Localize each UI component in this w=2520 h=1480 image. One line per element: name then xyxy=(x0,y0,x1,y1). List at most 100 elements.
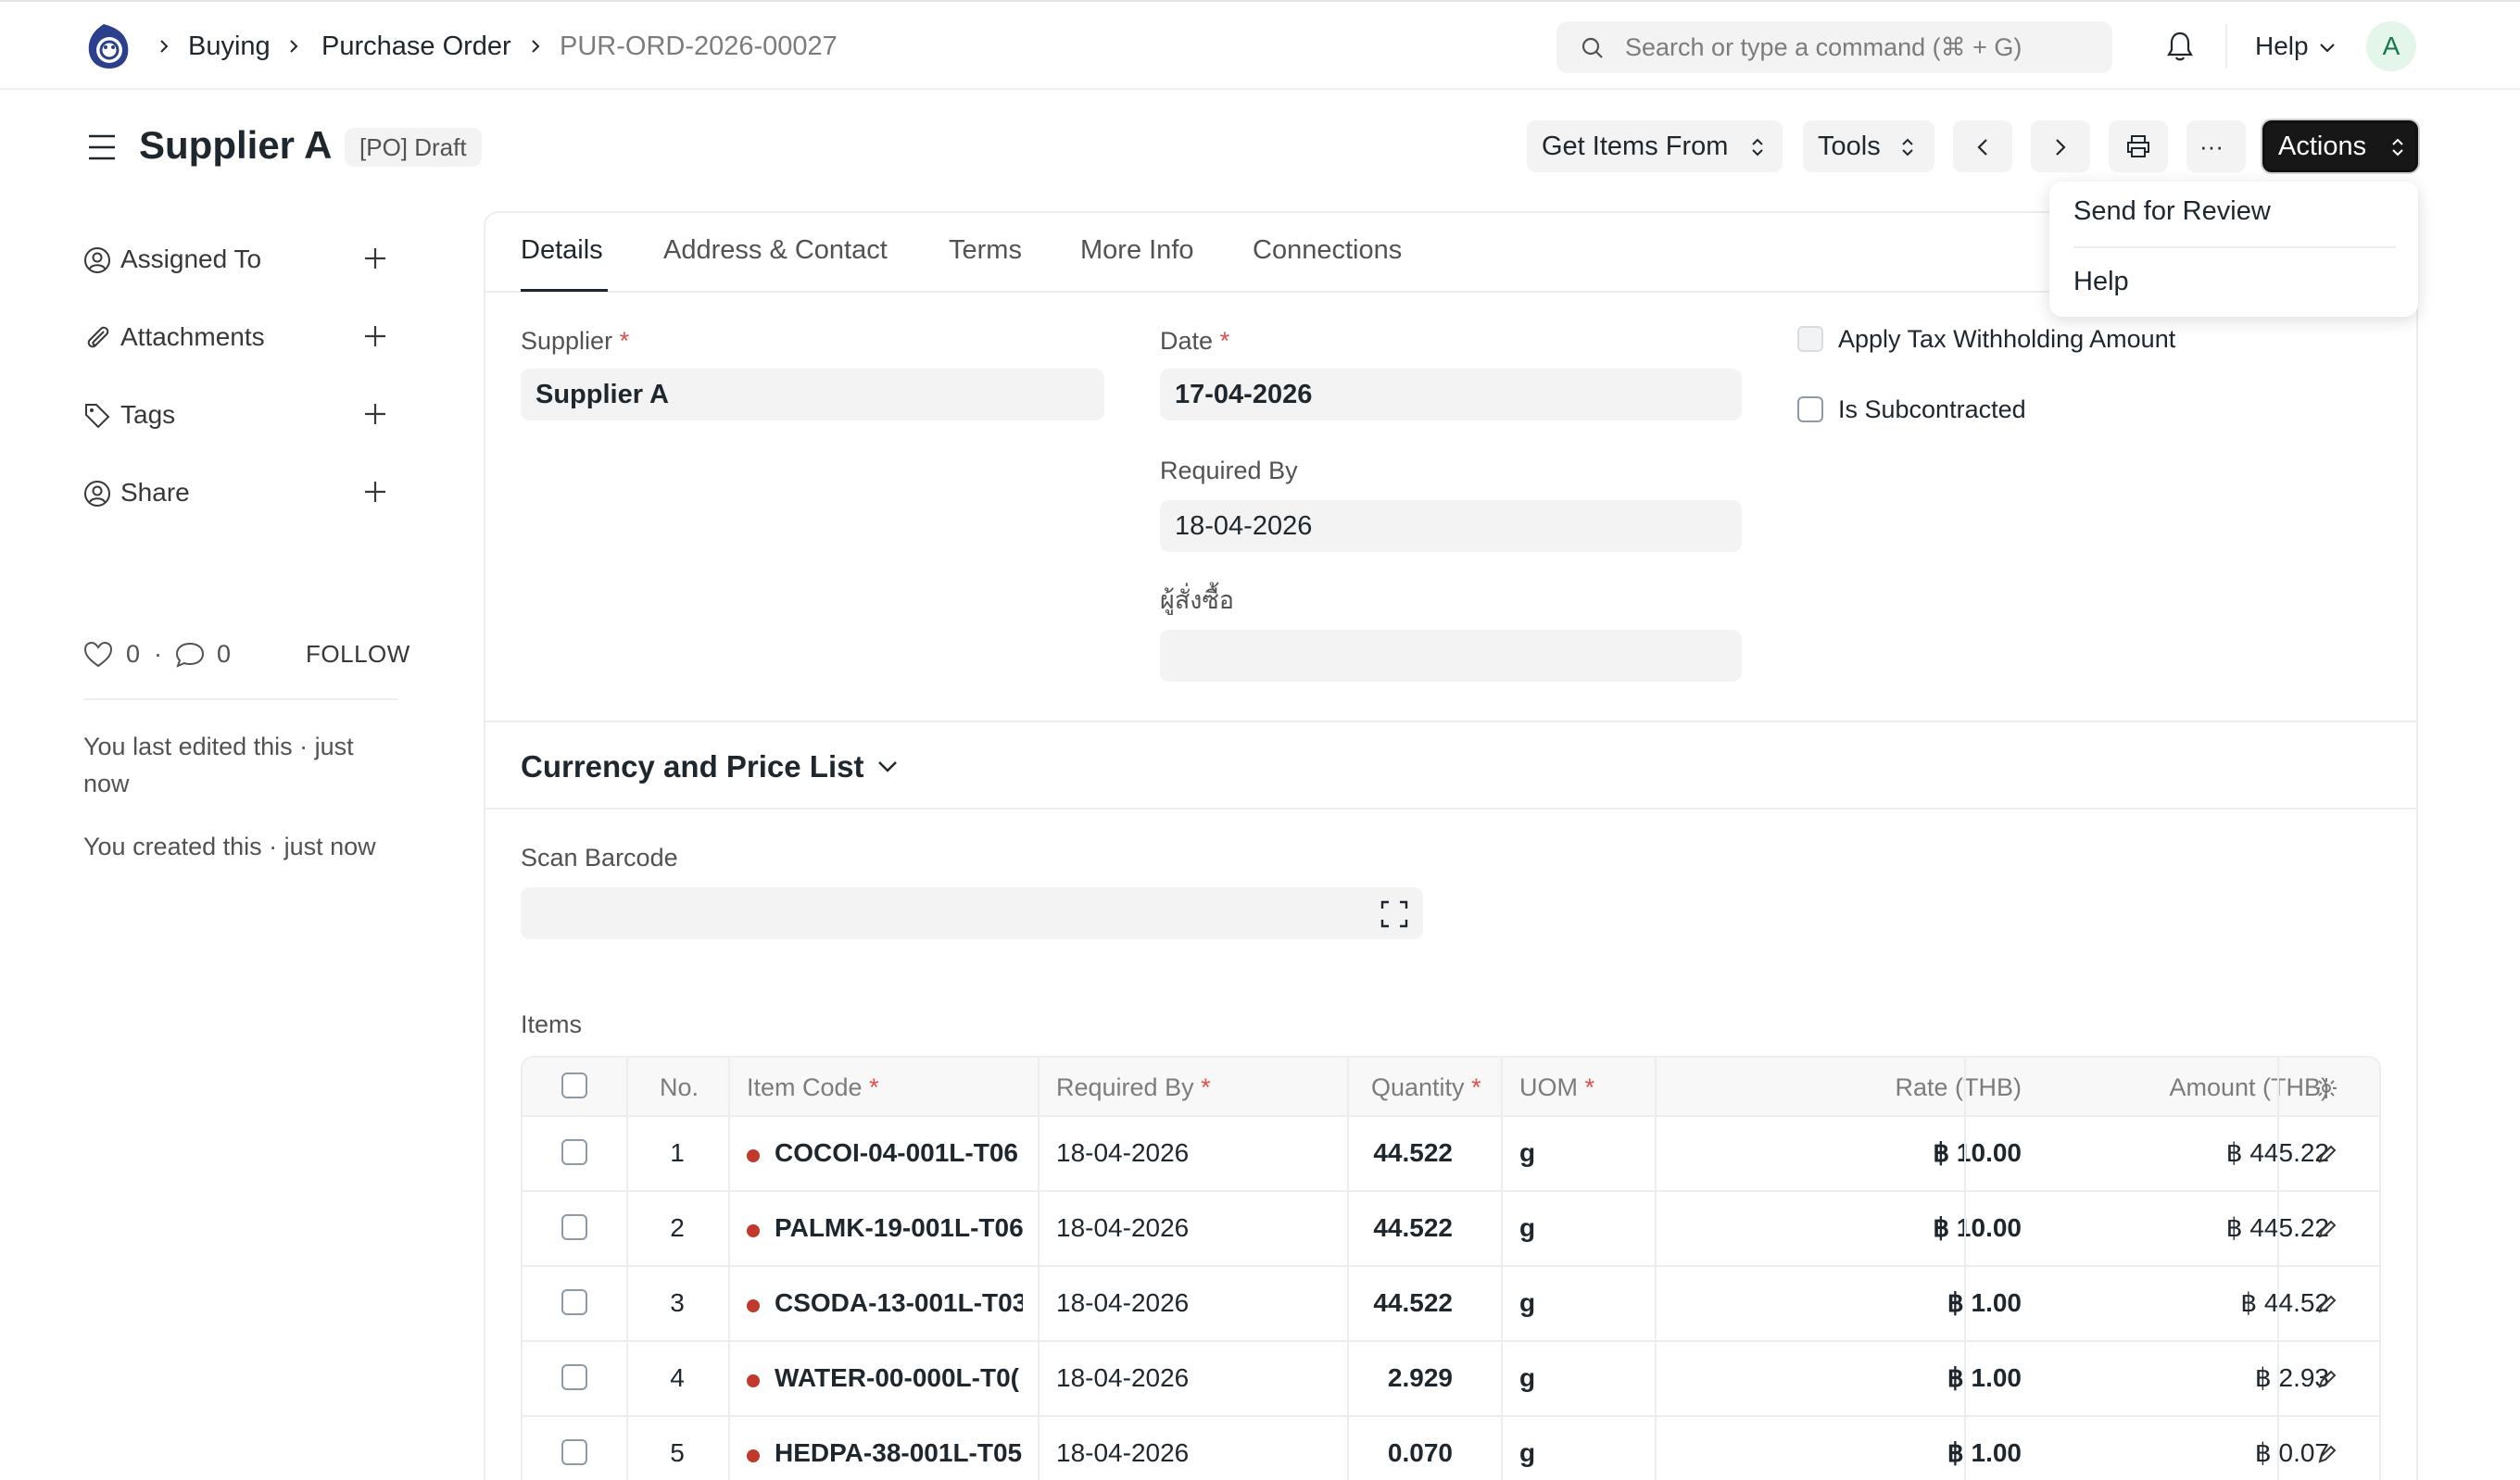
sidebar-item-attachments[interactable]: Attachments xyxy=(83,319,398,356)
rate[interactable]: ฿ 1.00 xyxy=(1827,1287,2022,1319)
rate[interactable]: ฿ 1.00 xyxy=(1827,1437,2022,1469)
uom[interactable]: g xyxy=(1519,1437,1535,1469)
orderer-field[interactable] xyxy=(1160,630,1742,682)
menu-item-send-for-review[interactable]: Send for Review xyxy=(2073,194,2271,228)
row-checkbox[interactable] xyxy=(561,1214,587,1240)
uom[interactable]: g xyxy=(1519,1137,1535,1169)
comment-icon[interactable] xyxy=(174,641,206,669)
table-row[interactable]: 5 HEDPA-38-001L-T05: 18-04-2026 0.070 g … xyxy=(523,1417,2379,1480)
required-by[interactable]: 18-04-2026 xyxy=(1056,1212,1189,1244)
user-avatar[interactable]: A xyxy=(2366,21,2416,71)
row-checkbox[interactable] xyxy=(561,1364,587,1390)
activity-created: You created this · just now xyxy=(83,833,376,860)
get-items-from-button[interactable]: Get Items From xyxy=(1527,120,1783,172)
required-mark: * xyxy=(1471,1073,1481,1101)
menu-item-help[interactable]: Help xyxy=(2073,265,2129,298)
search-bar[interactable]: Search or type a command (⌘ + G) xyxy=(1556,21,2112,73)
chevron-right-icon xyxy=(160,40,169,53)
table-row[interactable]: 2 PALMK-19-001L-T06: 18-04-2026 44.522 g… xyxy=(523,1192,2379,1267)
column-uom: UOM * xyxy=(1519,1073,1595,1101)
notification-bell-icon[interactable] xyxy=(2164,30,2196,63)
plus-icon[interactable] xyxy=(363,246,387,270)
chevron-down-icon xyxy=(2320,44,2335,53)
is-subcontracted-checkbox[interactable] xyxy=(1797,396,1823,422)
settings-gear-icon[interactable] xyxy=(2314,1076,2338,1100)
required-by[interactable]: 18-04-2026 xyxy=(1056,1287,1189,1319)
quantity[interactable]: 0.070 xyxy=(1301,1437,1453,1469)
apply-tax-checkbox[interactable] xyxy=(1797,326,1823,352)
quantity[interactable]: 44.522 xyxy=(1301,1212,1453,1244)
edit-pencil-icon[interactable] xyxy=(2316,1368,2338,1390)
item-code[interactable]: CSODA-13-001L-T03 xyxy=(775,1287,1023,1319)
tab-connections[interactable]: Connections xyxy=(1253,233,1402,267)
column-required-by: Required By * xyxy=(1056,1073,1211,1101)
follow-button[interactable]: FOLLOW xyxy=(306,639,410,669)
row-checkbox[interactable] xyxy=(561,1289,587,1315)
sidebar-toggle-icon[interactable] xyxy=(87,133,117,161)
breadcrumb-buying[interactable]: Buying xyxy=(188,30,271,63)
rate[interactable]: ฿ 10.00 xyxy=(1827,1137,2022,1169)
tools-button[interactable]: Tools xyxy=(1803,120,1934,172)
active-tab-indicator xyxy=(521,289,608,292)
table-row[interactable]: 1 COCOI-04-001L-T06 18-04-2026 44.522 g … xyxy=(523,1117,2379,1192)
tab-details[interactable]: Details xyxy=(521,233,603,267)
barcode-scan-icon[interactable] xyxy=(1380,900,1408,928)
quantity[interactable]: 44.522 xyxy=(1301,1137,1453,1169)
plus-icon[interactable] xyxy=(363,324,387,348)
chevron-down-icon[interactable] xyxy=(876,759,899,774)
table-row[interactable]: 3 CSODA-13-001L-T03 18-04-2026 44.522 g … xyxy=(523,1267,2379,1342)
print-button[interactable] xyxy=(2109,120,2168,172)
required-by[interactable]: 18-04-2026 xyxy=(1056,1362,1189,1394)
likes-count: 0 xyxy=(126,640,141,668)
required-by[interactable]: 18-04-2026 xyxy=(1056,1137,1189,1169)
tab-more-info[interactable]: More Info xyxy=(1080,233,1194,267)
row-checkbox[interactable] xyxy=(561,1139,587,1165)
plus-icon[interactable] xyxy=(363,402,387,426)
item-code[interactable]: PALMK-19-001L-T06: xyxy=(775,1212,1023,1244)
previous-record-button[interactable] xyxy=(1953,120,2012,172)
uom[interactable]: g xyxy=(1519,1287,1535,1319)
column-rate: Rate (THB) xyxy=(1895,1073,2022,1101)
heart-icon[interactable] xyxy=(83,641,113,669)
tab-terms[interactable]: Terms xyxy=(949,233,1022,267)
edit-pencil-icon[interactable] xyxy=(2316,1143,2338,1165)
edit-pencil-icon[interactable] xyxy=(2316,1443,2338,1465)
breadcrumb-document[interactable]: PUR-ORD-2026-00027 xyxy=(560,30,838,63)
edit-pencil-icon[interactable] xyxy=(2316,1218,2338,1240)
quantity[interactable]: 44.522 xyxy=(1301,1287,1453,1319)
row-checkbox[interactable] xyxy=(561,1439,587,1465)
next-record-button[interactable] xyxy=(2031,120,2090,172)
actions-button[interactable]: Actions xyxy=(2262,120,2418,172)
sidebar-item-share[interactable]: Share xyxy=(83,474,398,511)
tab-address-contact[interactable]: Address & Contact xyxy=(663,233,888,267)
required-by[interactable]: 18-04-2026 xyxy=(1056,1437,1189,1469)
supplier-field[interactable]: Supplier A xyxy=(521,369,1104,420)
item-code[interactable]: COCOI-04-001L-T06 xyxy=(775,1137,1023,1169)
item-code[interactable]: WATER-00-000L-T0( xyxy=(775,1362,1023,1394)
currency-section-header[interactable]: Currency and Price List xyxy=(521,748,863,785)
required-by-field[interactable]: 18-04-2026 xyxy=(1160,500,1742,552)
column-divider xyxy=(1038,1058,1040,1480)
scan-barcode-field[interactable] xyxy=(521,887,1423,939)
section-divider xyxy=(485,721,2416,722)
required-mark: * xyxy=(1219,327,1230,355)
uom[interactable]: g xyxy=(1519,1362,1535,1394)
table-row[interactable]: 4 WATER-00-000L-T0( 18-04-2026 2.929 g ฿… xyxy=(523,1342,2379,1417)
sidebar-item-tags[interactable]: Tags xyxy=(83,396,398,433)
plus-icon[interactable] xyxy=(363,480,387,504)
sidebar-item-assigned-to[interactable]: Assigned To xyxy=(83,241,398,278)
help-menu[interactable]: Help xyxy=(2255,31,2335,62)
quantity[interactable]: 2.929 xyxy=(1301,1362,1453,1394)
item-code[interactable]: HEDPA-38-001L-T05: xyxy=(775,1437,1023,1469)
breadcrumb-purchase-order[interactable]: Purchase Order xyxy=(321,30,511,63)
rate[interactable]: ฿ 1.00 xyxy=(1827,1362,2022,1394)
user-icon xyxy=(84,247,110,273)
more-options-button[interactable]: ··· xyxy=(2186,120,2246,172)
app-logo-icon[interactable] xyxy=(83,20,135,72)
activity-last-edited: You last edited this · just now xyxy=(83,733,354,797)
edit-pencil-icon[interactable] xyxy=(2316,1293,2338,1315)
date-field[interactable]: 17-04-2026 xyxy=(1160,369,1742,420)
rate[interactable]: ฿ 10.00 xyxy=(1827,1212,2022,1244)
uom[interactable]: g xyxy=(1519,1212,1535,1244)
select-all-checkbox[interactable] xyxy=(561,1072,587,1098)
